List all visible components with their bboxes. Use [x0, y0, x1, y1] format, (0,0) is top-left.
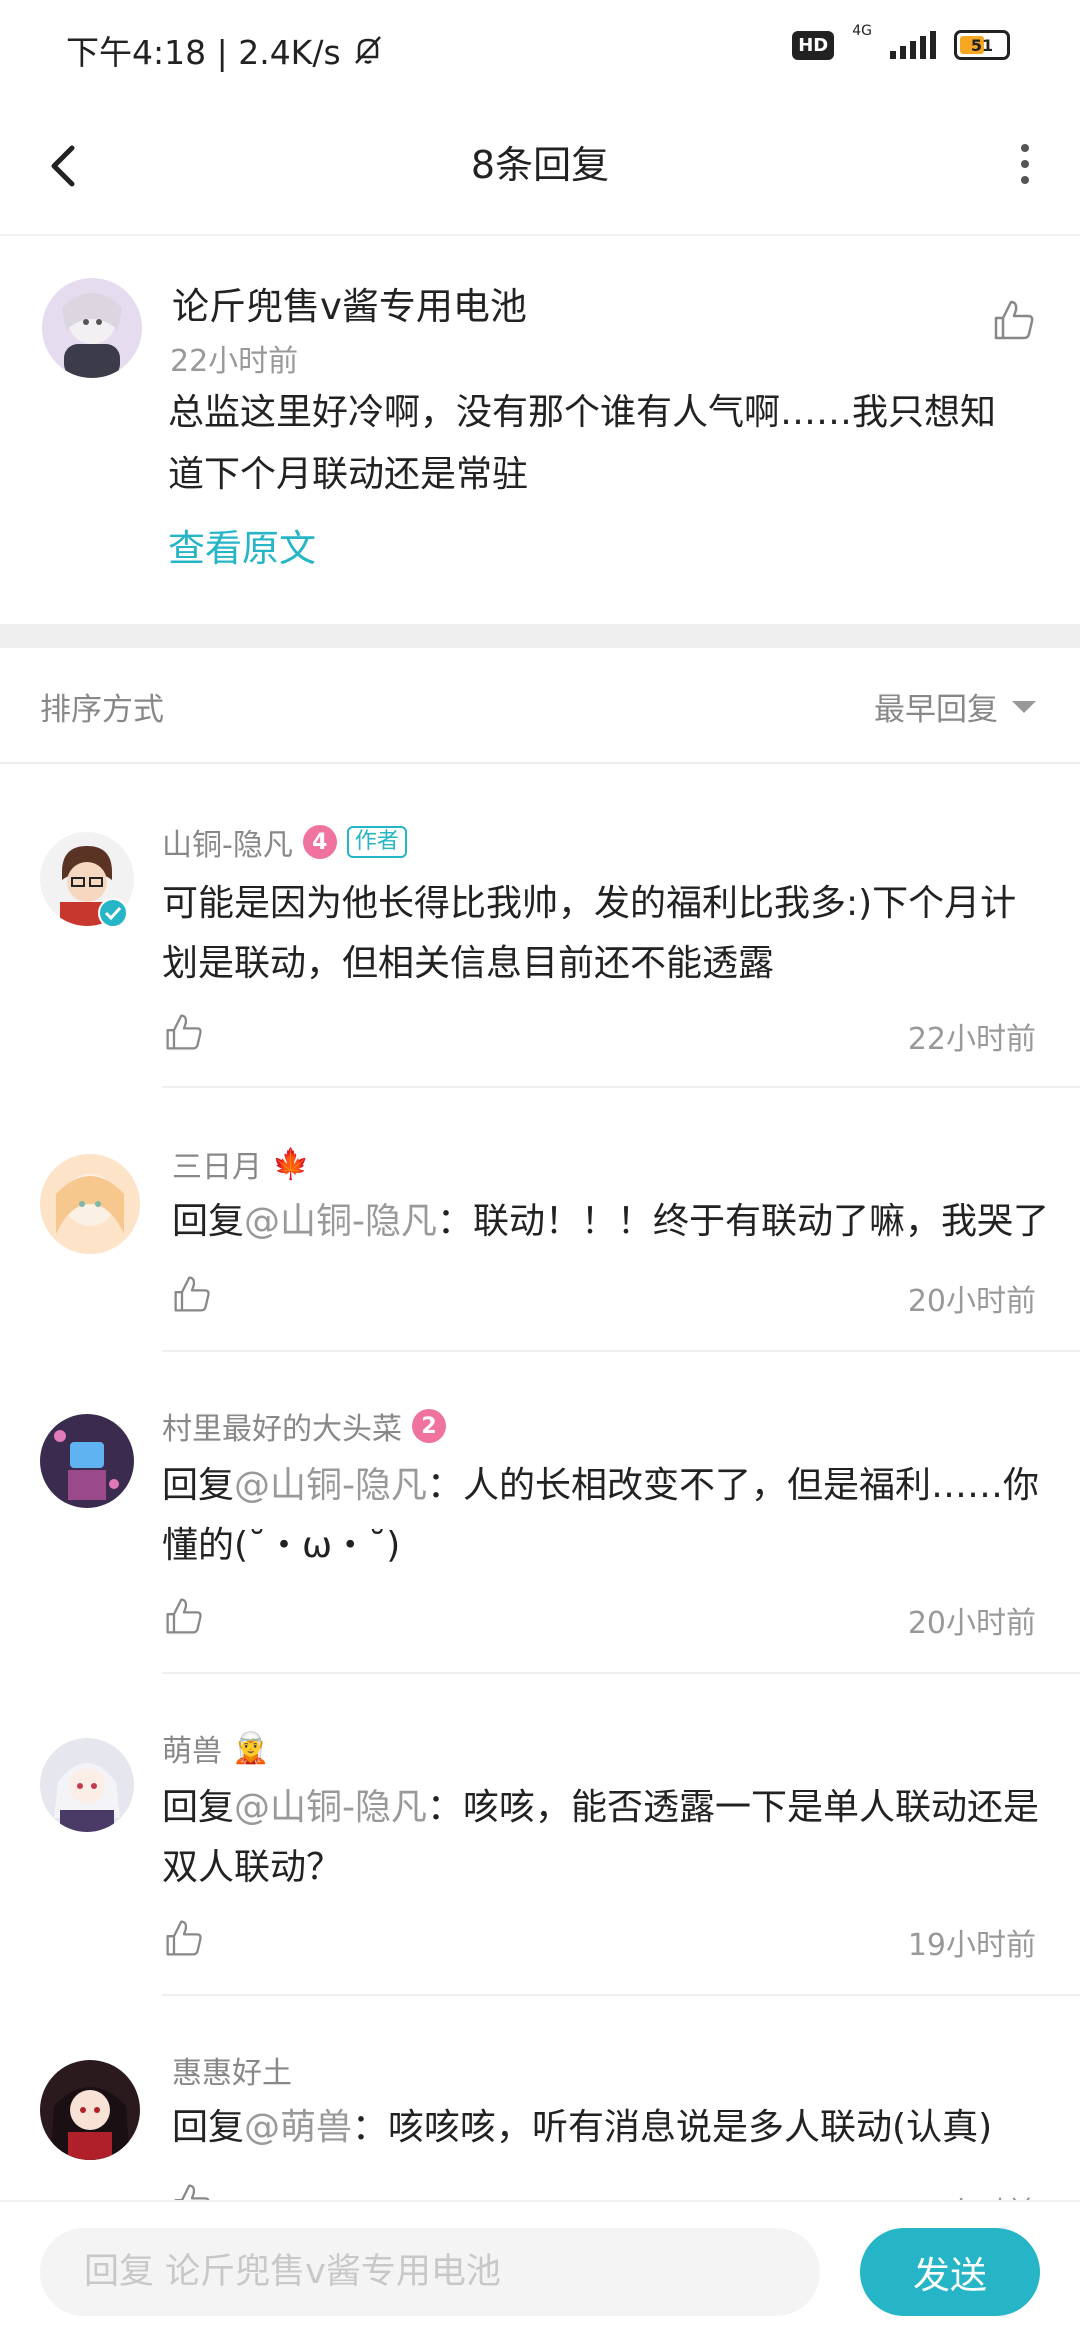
reply-content: 可能是因为他长得比我帅，发的福利比我多:)下个月计划是联动，但相关信息目前还不能…	[162, 874, 1042, 994]
avatar[interactable]	[40, 2060, 140, 2160]
mention-link[interactable]: @山铜-隐凡	[234, 1465, 427, 1506]
reply-content: 回复@山铜-隐凡：联动！！！终于有联动了嘛，我哭了	[172, 1192, 1052, 1252]
mention-link[interactable]: @山铜-隐凡	[244, 1201, 437, 1242]
top-nav: 8条回复	[0, 96, 1080, 236]
view-original-link[interactable]: 查看原文	[168, 518, 316, 572]
thumbs-up-icon[interactable]	[172, 1274, 216, 1318]
avatar[interactable]	[40, 1414, 134, 1508]
elf-badge-icon: 🧝	[232, 1730, 270, 1766]
divider	[162, 1350, 1080, 1352]
reply-name-row: 萌兽 🧝	[162, 1726, 269, 1770]
battery-level: 51	[970, 35, 994, 55]
thumbs-up-icon[interactable]	[992, 298, 1036, 342]
signal-icon	[890, 31, 936, 59]
reply-content: 回复@山铜-隐凡：咳咳，能否透露一下是单人联动还是双人联动？	[162, 1778, 1042, 1898]
status-right: HD 4G 51	[792, 23, 1010, 60]
network-type: 4G	[852, 23, 872, 39]
verified-icon	[98, 898, 128, 928]
reply-prefix: 回复	[172, 1201, 245, 1242]
thumbs-up-icon[interactable]	[164, 1918, 208, 1962]
mention-link[interactable]: @萌兽	[244, 2107, 352, 2148]
more-dot-icon	[1021, 144, 1029, 152]
reply-item: 萌兽 🧝 回复@山铜-隐凡：咳咳，能否透露一下是单人联动还是双人联动？ 19小时…	[0, 1676, 1080, 1998]
reply-author[interactable]: 山铜-隐凡	[162, 820, 293, 864]
avatar[interactable]	[40, 1738, 134, 1832]
divider	[162, 1672, 1080, 1674]
level-badge: 2	[412, 1409, 446, 1443]
mention-link[interactable]: @山铜-隐凡	[234, 1787, 427, 1828]
status-bar: 下午4:18 | 2.4K/s HD 4G 51	[0, 0, 1080, 96]
reply-time: 22小时前	[907, 1022, 1036, 1057]
battery-icon: 51	[954, 30, 1010, 60]
reply-content: 回复@山铜-隐凡：人的长相改变不了，但是福利……你懂的(˘・ω・˘)	[162, 1456, 1042, 1576]
reply-prefix: 回复	[162, 1465, 235, 1506]
divider	[162, 1086, 1080, 1088]
sort-value: 最早回复	[874, 692, 998, 728]
reply-bar: 发送	[0, 2200, 1080, 2342]
reply-text: 可能是因为他长得比我帅，发的福利比我多:)下个月计划是联动，但相关信息目前还不能…	[162, 883, 1017, 984]
status-left: 下午4:18 | 2.4K/s	[66, 26, 385, 74]
thumbs-up-icon[interactable]	[164, 1596, 208, 1640]
reply-prefix: 回复	[172, 2107, 245, 2148]
author-tag: 作者	[346, 826, 407, 858]
status-time-speed: 下午4:18 | 2.4K/s	[66, 33, 341, 72]
reply-name-row: 惠惠好土	[172, 2048, 292, 2092]
send-button[interactable]: 发送	[860, 2228, 1040, 2316]
reply-time: 20小时前	[907, 1606, 1036, 1641]
reply-time: 19小时前	[907, 1928, 1036, 1963]
reply-prefix: 回复	[162, 1787, 235, 1828]
reply-text: ：咳咳咳，听有消息说是多人联动(认真)	[352, 2107, 993, 2148]
reply-content: 回复@萌兽：咳咳咳，听有消息说是多人联动(认真)	[172, 2098, 1052, 2158]
reply-item: 村里最好的大头菜 2 回复@山铜-隐凡：人的长相改变不了，但是福利……你懂的(˘…	[0, 1354, 1080, 1676]
reply-item: 三日月 🍁 回复@山铜-隐凡：联动！！！终于有联动了嘛，我哭了 20小时前	[0, 1092, 1080, 1354]
reply-author[interactable]: 萌兽	[162, 1726, 222, 1770]
thumbs-up-icon[interactable]	[164, 1012, 208, 1056]
divider	[162, 1994, 1080, 1996]
avatar[interactable]	[42, 278, 142, 378]
reply-author[interactable]: 惠惠好土	[172, 2048, 292, 2092]
post-content: 总监这里好冷啊，没有那个谁有人气啊……我只想知道下个月联动还是常驻	[168, 392, 997, 495]
reply-item: 山铜-隐凡 4 作者 可能是因为他长得比我帅，发的福利比我多:)下个月计划是联动…	[0, 764, 1080, 1092]
more-options-button[interactable]	[1000, 134, 1050, 194]
hd-icon: HD	[792, 30, 835, 60]
page-title: 8条回复	[470, 143, 610, 187]
post-time: 22小时前	[170, 344, 299, 379]
post-author[interactable]: 论斤兜售v酱专用电池	[172, 276, 527, 330]
section-divider	[0, 624, 1080, 648]
mute-bell-icon	[354, 36, 381, 64]
sort-bar: 排序方式 最早回复	[0, 648, 1080, 764]
original-post: 论斤兜售v酱专用电池 22小时前 总监这里好冷啊，没有那个谁有人气啊……我只想知…	[0, 236, 1080, 624]
level-badge: 4	[302, 825, 337, 859]
chevron-down-icon	[1012, 700, 1036, 713]
reply-author[interactable]: 村里最好的大头菜	[162, 1404, 402, 1448]
reply-name-row: 三日月 🍁	[172, 1142, 309, 1186]
maple-leaf-icon: 🍁	[272, 1146, 310, 1182]
reply-author[interactable]: 三日月	[172, 1142, 262, 1186]
reply-name-row: 山铜-隐凡 4 作者	[162, 820, 407, 864]
reply-text: ：联动！！！终于有联动了嘛，我哭了	[437, 1201, 1050, 1242]
avatar[interactable]	[40, 1154, 140, 1254]
more-dot-icon	[1021, 160, 1029, 168]
sort-dropdown[interactable]: 最早回复	[874, 684, 1036, 729]
more-dot-icon	[1021, 176, 1029, 184]
reply-name-row: 村里最好的大头菜 2	[162, 1404, 446, 1448]
sort-label: 排序方式	[40, 692, 164, 728]
reply-time: 20小时前	[907, 1284, 1036, 1319]
reply-input[interactable]	[40, 2228, 820, 2316]
